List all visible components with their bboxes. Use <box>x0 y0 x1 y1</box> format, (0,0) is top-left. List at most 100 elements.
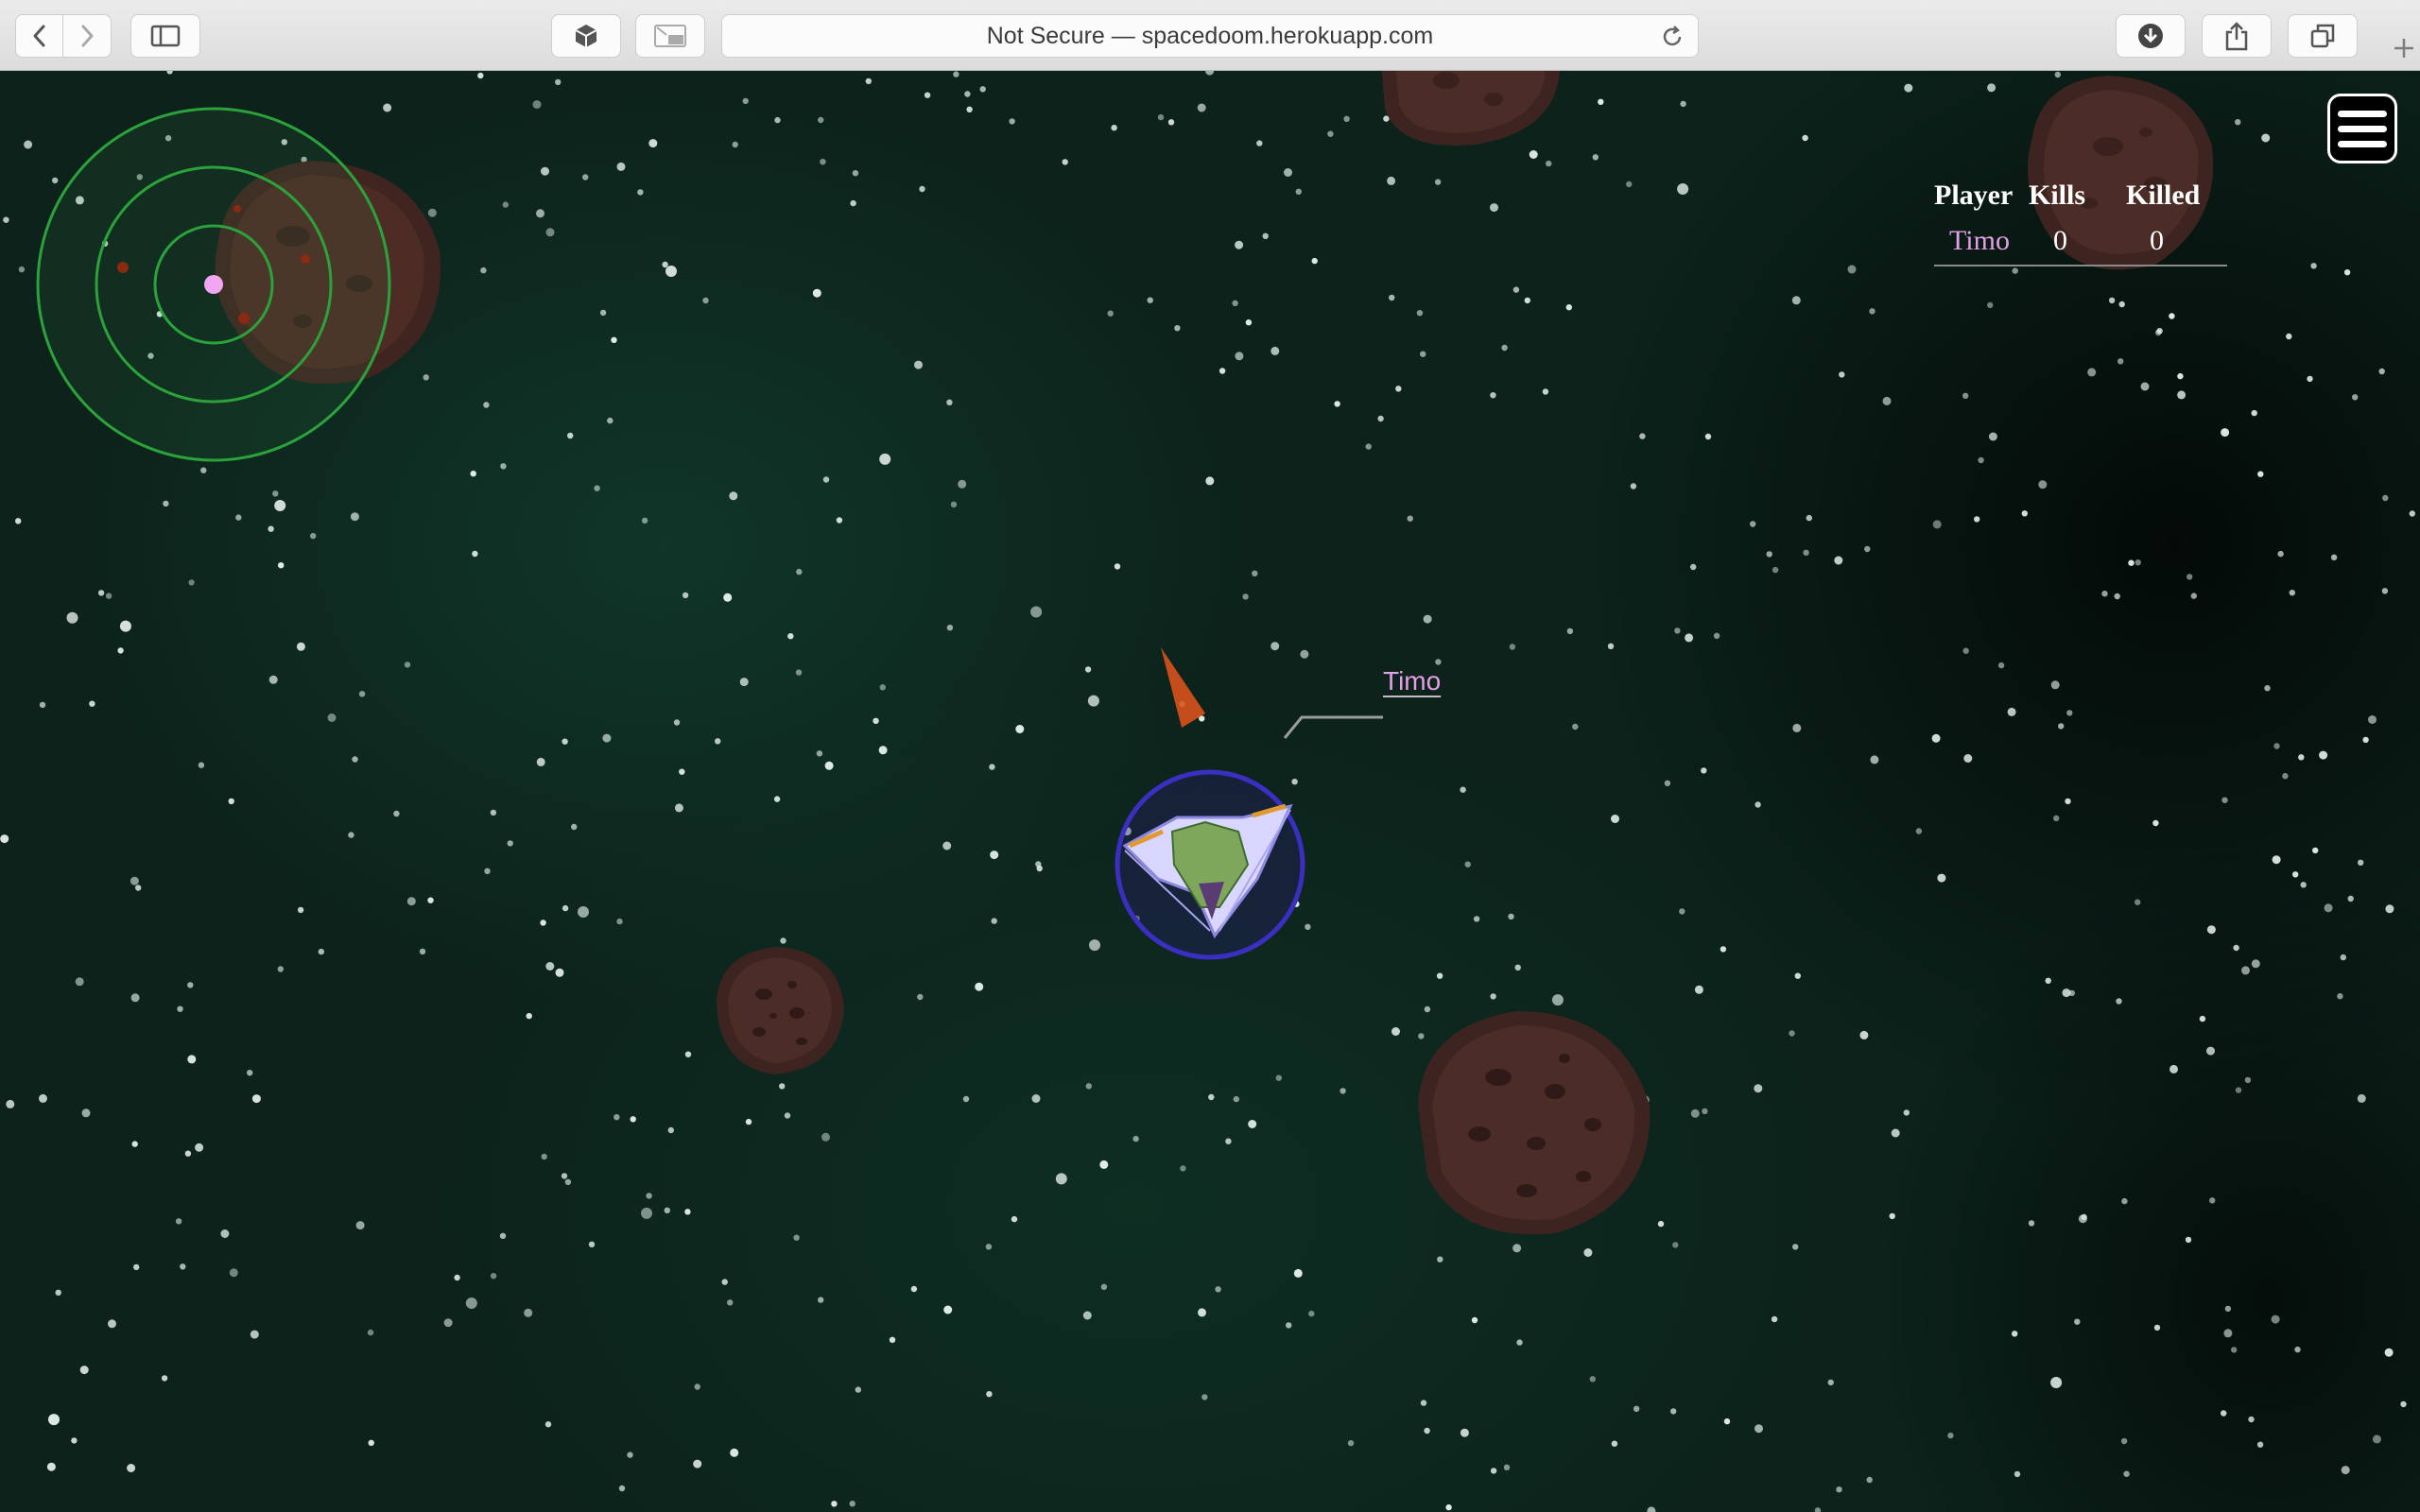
star <box>1030 606 1043 618</box>
star <box>873 717 879 724</box>
star <box>235 514 242 521</box>
star <box>2120 1437 2128 1445</box>
row-kills: 0 <box>2053 225 2067 256</box>
star <box>567 432 574 439</box>
show-tabs-button[interactable] <box>2288 14 2358 58</box>
star <box>950 501 958 507</box>
star <box>1903 1109 1910 1116</box>
header-killed: Killed <box>2126 180 2201 211</box>
forward-button[interactable] <box>63 14 112 58</box>
share-button[interactable] <box>2202 14 2272 58</box>
row-player: Timo <box>1949 225 2010 256</box>
star <box>1107 310 1114 317</box>
star <box>2135 559 2141 566</box>
star <box>1031 1094 1041 1103</box>
star <box>878 746 888 755</box>
star <box>327 713 337 722</box>
star <box>1036 865 1043 872</box>
star <box>914 360 923 369</box>
star <box>679 768 685 775</box>
star <box>1089 939 1100 952</box>
star <box>1694 985 1703 994</box>
row-killed: 0 <box>2150 225 2164 256</box>
star <box>163 500 169 507</box>
new-tab-button[interactable] <box>2388 34 2420 68</box>
star <box>1814 1507 1822 1512</box>
game-canvas[interactable]: Timo Player Kills Killed Timo 0 0 <box>0 71 2420 1512</box>
star <box>1512 1244 1522 1253</box>
star <box>787 633 794 640</box>
star <box>1766 551 1772 558</box>
radar-player-dot <box>204 275 223 294</box>
star <box>105 593 112 599</box>
downloads-button[interactable] <box>2116 14 2186 58</box>
star <box>594 485 600 491</box>
star <box>1087 695 1099 707</box>
star <box>964 91 971 97</box>
star <box>730 1448 739 1457</box>
star <box>975 982 984 991</box>
star <box>1963 754 1973 763</box>
star <box>1062 159 1068 165</box>
star <box>541 166 549 176</box>
star <box>818 1297 824 1303</box>
star <box>641 517 648 524</box>
star <box>1286 1322 1292 1329</box>
reload-icon[interactable] <box>1660 25 1685 49</box>
star <box>1565 304 1573 311</box>
star <box>2235 1087 2242 1093</box>
star <box>39 1093 47 1103</box>
extension-button[interactable] <box>551 14 621 58</box>
star <box>117 647 124 654</box>
star <box>297 906 304 914</box>
star <box>484 868 491 874</box>
star <box>1791 296 1801 305</box>
star <box>1420 351 1426 357</box>
star <box>2116 998 2122 1005</box>
star <box>6 1099 15 1108</box>
star <box>616 162 626 171</box>
picture-in-picture-button[interactable] <box>635 14 705 58</box>
menu-icon-bar <box>2338 125 2387 132</box>
star <box>55 1289 61 1297</box>
star <box>2081 1213 2087 1221</box>
star <box>1611 815 1619 823</box>
star <box>2261 133 2271 143</box>
star <box>1471 1316 1478 1324</box>
star <box>427 897 434 903</box>
star <box>2045 977 2051 984</box>
scoreboard: Player Kills Killed Timo 0 0 <box>1934 180 2227 266</box>
back-button[interactable] <box>15 14 63 58</box>
star <box>2319 750 2328 760</box>
star <box>545 228 555 237</box>
star <box>1252 570 1258 576</box>
star <box>795 669 803 676</box>
star <box>662 261 668 268</box>
menu-button[interactable] <box>2327 94 2397 163</box>
star <box>2312 847 2319 854</box>
address-bar[interactable]: Not Secure — spacedoom.herokuapp.com <box>721 14 1699 58</box>
star <box>2050 680 2060 690</box>
star <box>2028 1220 2035 1227</box>
star <box>674 803 683 813</box>
star <box>18 266 26 273</box>
star <box>1633 1405 1640 1413</box>
sidebar-button[interactable] <box>130 14 200 58</box>
star <box>443 1318 453 1328</box>
star <box>1270 346 1280 355</box>
star <box>274 500 286 511</box>
star <box>2330 554 2338 560</box>
star <box>2209 1197 2216 1204</box>
star <box>1055 1173 1067 1185</box>
star <box>1754 1424 1763 1434</box>
star <box>2118 358 2124 365</box>
star <box>2324 903 2333 913</box>
star <box>1583 1248 1593 1257</box>
asteroid-large <box>1418 1011 1651 1235</box>
star <box>1437 1256 1443 1263</box>
star <box>990 850 999 860</box>
star <box>1490 392 1496 399</box>
star <box>1225 1138 1232 1144</box>
star <box>648 139 658 148</box>
star <box>2187 574 2193 580</box>
